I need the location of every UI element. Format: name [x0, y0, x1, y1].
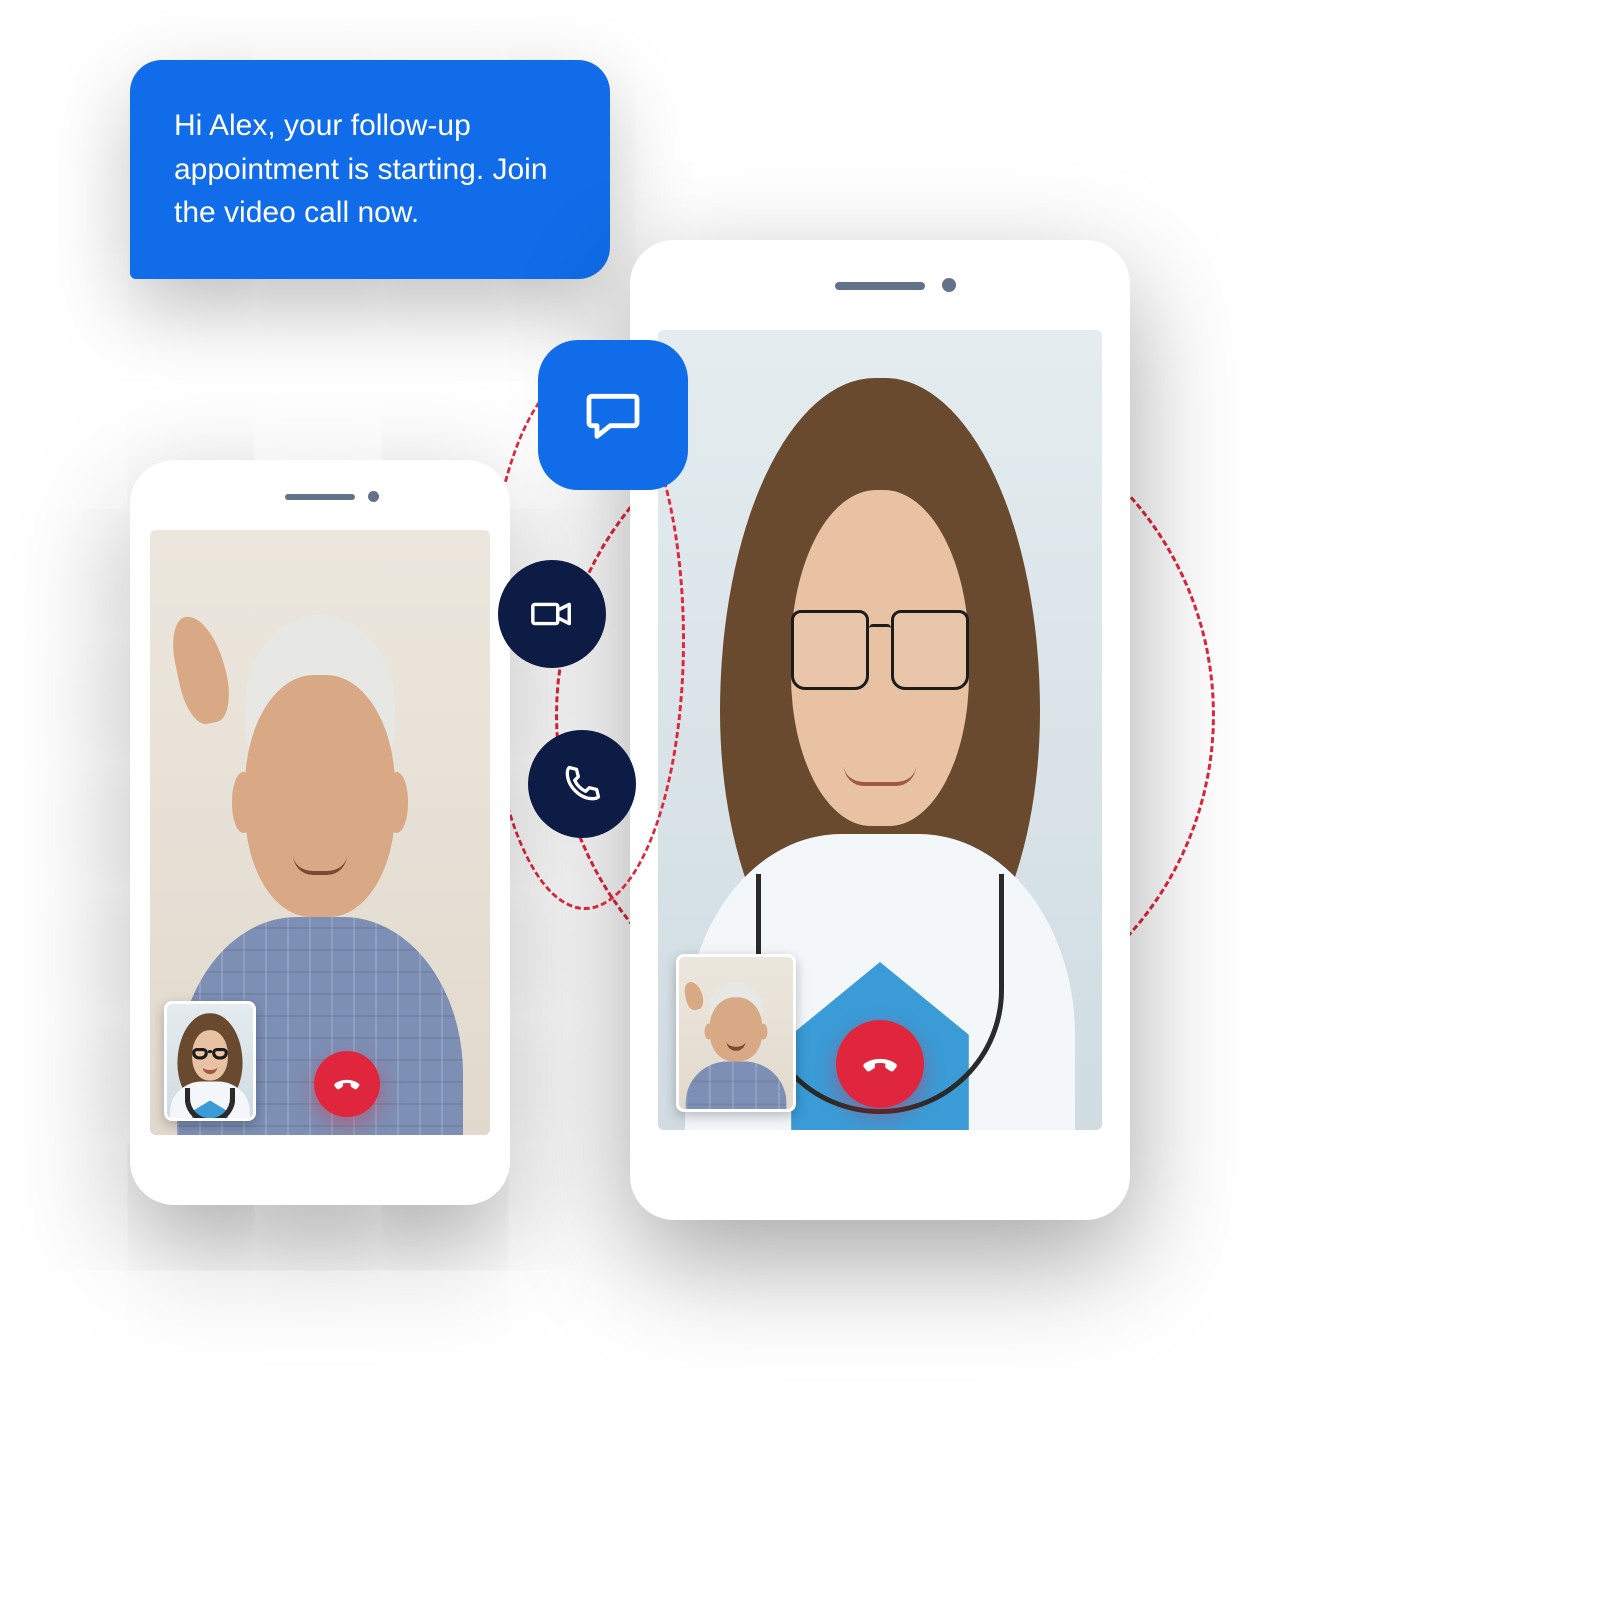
phone-front-camera	[942, 278, 956, 292]
phone-hangup-icon	[859, 1043, 901, 1085]
end-call-button[interactable]	[836, 1020, 924, 1108]
phone-hangup-icon	[331, 1068, 363, 1100]
illustration-canvas: Hi Alex, your follow-up appointment is s…	[60, 40, 1280, 1225]
phone-doctor-screen	[658, 330, 1102, 1130]
pip-thumbnail-doctor[interactable]	[164, 1001, 256, 1121]
notification-text: Hi Alex, your follow-up appointment is s…	[174, 109, 548, 229]
video-icon	[529, 591, 575, 637]
notification-bubble: Hi Alex, your follow-up appointment is s…	[130, 60, 610, 279]
phone-front-camera	[368, 491, 379, 502]
voice-chip[interactable]	[528, 730, 636, 838]
phone-earpiece	[285, 494, 355, 500]
phone-patient	[130, 460, 510, 1205]
chat-icon	[581, 383, 645, 447]
video-chip[interactable]	[498, 560, 606, 668]
phone-patient-screen	[150, 530, 490, 1135]
pip-thumbnail-patient[interactable]	[676, 954, 796, 1112]
end-call-button[interactable]	[314, 1051, 380, 1117]
phone-icon	[560, 762, 604, 806]
phone-earpiece	[835, 282, 925, 290]
chat-chip[interactable]	[538, 340, 688, 490]
channel-chips	[498, 340, 698, 900]
phone-doctor	[630, 240, 1130, 1220]
